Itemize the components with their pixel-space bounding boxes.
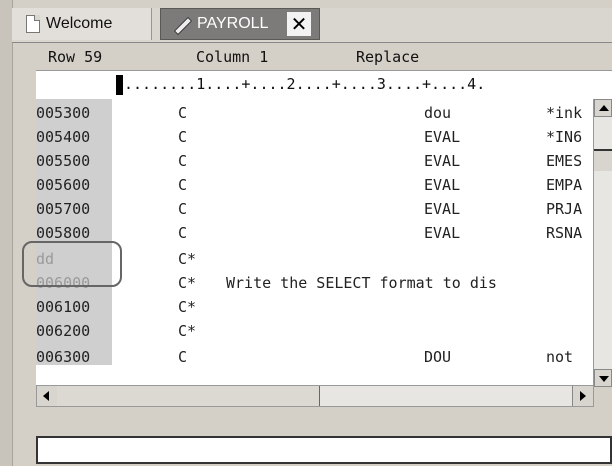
tab-payroll-label: PAYROLL — [197, 15, 269, 32]
horizontal-scrollbar[interactable] — [36, 385, 594, 407]
ruler-text: ........1....+....2....+....3....+....4. — [124, 75, 486, 93]
spec-type: C — [178, 224, 188, 242]
scroll-right-icon[interactable] — [572, 386, 593, 406]
opcode: DOU — [424, 348, 452, 366]
pencil-icon — [171, 14, 191, 34]
source-line[interactable]: 005800 C EVAL RSNA — [36, 221, 596, 245]
vertical-scroll-thumb[interactable] — [594, 149, 612, 171]
vertical-scrollbar[interactable] — [593, 99, 612, 387]
document-icon — [26, 15, 40, 33]
scroll-left-icon[interactable] — [37, 386, 58, 406]
close-icon[interactable]: ✕ — [287, 12, 311, 36]
spec-type: C* — [178, 322, 197, 340]
tab-bar: Welcome PAYROLL ✕ — [12, 8, 612, 43]
prefix-highlight-box — [22, 241, 122, 287]
tab-welcome-label: Welcome — [46, 15, 113, 32]
source-line[interactable]: 005300 C dou *ink — [36, 101, 596, 125]
spec-type: C — [178, 176, 188, 194]
command-input[interactable] — [36, 436, 612, 464]
spec-type: C — [178, 348, 188, 366]
source-line[interactable]: 006200 C* — [36, 319, 596, 343]
comment-text: Write the SELECT format to dis — [226, 274, 497, 292]
sequence-number: 005400 — [36, 128, 91, 146]
opcode: EVAL — [424, 224, 461, 242]
tab-payroll[interactable]: PAYROLL ✕ — [160, 8, 320, 40]
operand: RSNA — [546, 224, 583, 242]
operand: EMPA — [546, 176, 583, 194]
opcode: EVAL — [424, 152, 461, 170]
cursor-marker — [116, 75, 123, 95]
sequence-number: 005600 — [36, 176, 91, 194]
source-line[interactable]: 005700 C EVAL PRJA — [36, 197, 596, 221]
opcode: dou — [424, 104, 452, 122]
source-editor[interactable]: ........1....+....2....+....3....+....4.… — [22, 70, 612, 387]
spec-type: C* — [178, 298, 197, 316]
tab-welcome[interactable]: Welcome — [12, 8, 152, 40]
operand: *IN6 — [546, 128, 583, 146]
operand: *ink — [546, 104, 583, 122]
row-indicator: Row 59 — [48, 48, 103, 66]
opcode: EVAL — [424, 128, 461, 146]
scroll-up-icon[interactable] — [594, 99, 612, 117]
source-line[interactable]: 006300 C DOU not — [36, 345, 596, 369]
source-line[interactable]: 006100 C* — [36, 295, 596, 319]
column-indicator: Column 1 — [196, 48, 269, 66]
scroll-down-icon[interactable] — [594, 369, 612, 387]
sequence-number: 005300 — [36, 104, 91, 122]
status-line: Row 59 Column 1 Replace — [36, 48, 612, 70]
spec-type: C — [178, 200, 188, 218]
column-ruler: ........1....+....2....+....3....+....4. — [36, 71, 612, 99]
opcode: EVAL — [424, 176, 461, 194]
sequence-number: 005800 — [36, 224, 91, 242]
sequence-number: 006100 — [36, 298, 91, 316]
source-line[interactable]: 005400 C EVAL *IN6 — [36, 125, 596, 149]
sequence-number: 005500 — [36, 152, 91, 170]
operand: EMES — [546, 152, 583, 170]
spec-type: C — [178, 128, 188, 146]
editor-window: Welcome PAYROLL ✕ Row 59 Column 1 Replac… — [0, 0, 612, 466]
left-border — [0, 0, 13, 466]
sequence-number: 006300 — [36, 348, 91, 366]
mode-indicator: Replace — [356, 48, 420, 66]
spec-type: C — [178, 152, 188, 170]
source-line[interactable]: 005500 C EVAL EMES — [36, 149, 596, 173]
horizontal-scroll-thumb[interactable] — [57, 386, 320, 406]
source-line[interactable]: 005600 C EVAL EMPA — [36, 173, 596, 197]
operand: PRJA — [546, 200, 583, 218]
spec-type: C — [178, 104, 188, 122]
opcode: EVAL — [424, 200, 461, 218]
operand: not — [546, 348, 574, 366]
spec-type: C* — [178, 274, 197, 292]
sequence-number: 005700 — [36, 200, 91, 218]
sequence-number: 006200 — [36, 322, 91, 340]
spec-type: C* — [178, 250, 197, 268]
